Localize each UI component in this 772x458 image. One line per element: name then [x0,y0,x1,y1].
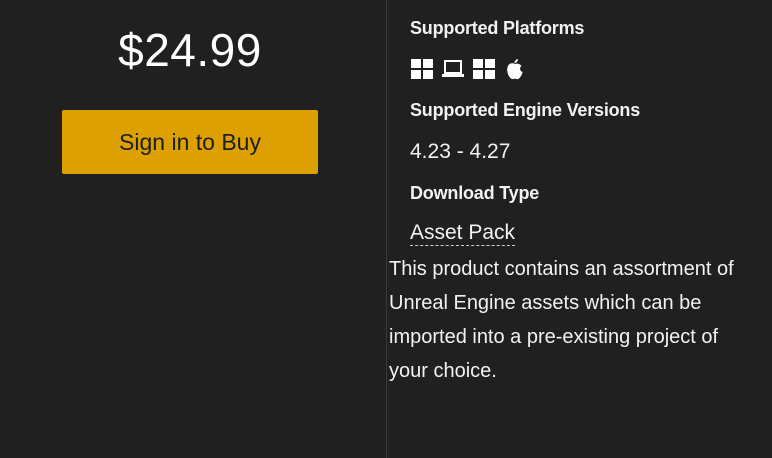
download-type-heading: Download Type [410,183,540,203]
platform-icon-list [410,58,527,80]
details-panel: Supported Platforms Supported Engine Ver… [387,0,772,458]
windows-icon [410,58,434,80]
download-type-value: Asset Pack [410,221,516,246]
sign-in-to-buy-button[interactable]: Sign in to Buy [62,110,318,174]
engine-versions-value: 4.23 - 4.27 [410,140,511,163]
product-description: This product contains an assortment of U… [389,258,734,382]
supported-platforms-heading: Supported Platforms [410,18,585,38]
apple-icon [503,58,527,80]
engine-versions-heading: Supported Engine Versions [410,100,641,120]
laptop-icon [441,58,465,80]
windows-icon [472,58,496,80]
price: $24.99 [118,24,262,76]
purchase-panel: $24.99 Sign in to Buy [0,0,386,458]
asset-pack-link[interactable]: Asset Pack [410,221,516,246]
